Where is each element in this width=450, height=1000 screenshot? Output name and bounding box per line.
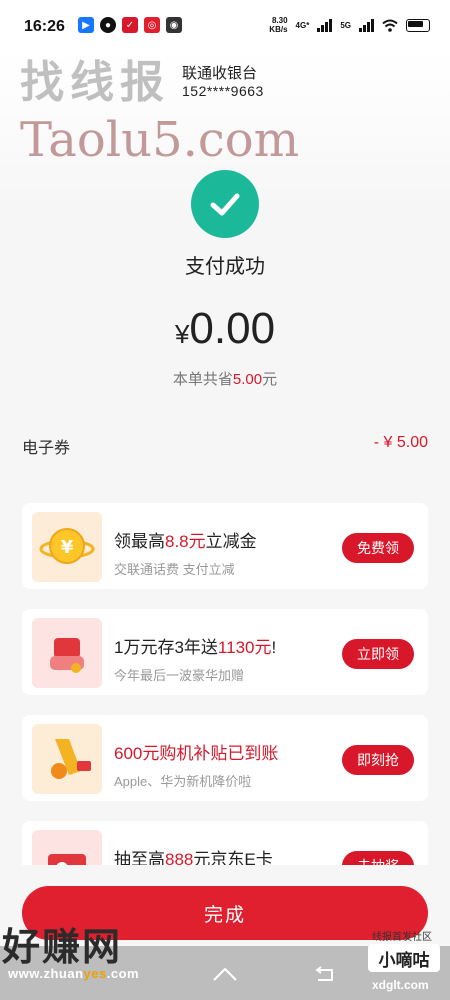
offer-title: 抽至高888元京东E卡 (114, 850, 273, 865)
merchant-phone: 152****9663 (182, 83, 264, 99)
coupon-row: 电子券 - ¥ 5.00 (22, 434, 428, 458)
payment-status: 支付成功 (185, 256, 265, 278)
app-notification-icon: ◎ (144, 17, 160, 33)
offer-subtitle: 今年最后一波豪华加赠 (114, 668, 245, 683)
grab-now-button[interactable]: 即刻抢 (342, 745, 414, 775)
saved-amount: 5.00 (232, 371, 263, 388)
network-type-5g: 5G (340, 20, 351, 30)
gift-bag-icon (32, 618, 102, 688)
battery-icon (406, 18, 430, 32)
offer-card[interactable]: ¥ 领最高8.8元立减金 交联通话费 支付立减 免费领 (22, 503, 428, 589)
watermark-bottom-url: www.zhuanyes.com (8, 966, 140, 981)
offer-title: 1万元存3年送1130元! (114, 638, 277, 657)
coupon-value: - ¥ 5.00 (373, 434, 428, 451)
watermark-top: 找线报 (20, 58, 170, 107)
merchant-name: 联通收银台 (182, 65, 258, 82)
claim-free-button[interactable]: 免费领 (342, 533, 414, 563)
svg-text:¥: ¥ (61, 537, 74, 558)
watermark-site: Taolu5.com (20, 112, 300, 168)
home-icon[interactable] (212, 966, 238, 982)
status-time: 16:26 (24, 18, 65, 35)
offer-list[interactable]: ¥ 领最高8.8元立减金 交联通话费 支付立减 免费领 1万元存3年送1130元… (22, 503, 428, 865)
success-badge (191, 170, 259, 238)
coupon-label: 电子券 (22, 440, 71, 457)
watermark-right-box: 小嘀咕 (368, 944, 440, 972)
network-type-4g: 4G* (295, 20, 310, 30)
status-indicators: 8.30 KB/s 4G* 5G (269, 16, 430, 34)
message-icon: ● (100, 17, 116, 33)
wifi-icon (382, 19, 398, 32)
app-notification-icon: ✓ (122, 17, 138, 33)
watermark-right-url: xdglt.com (372, 978, 429, 992)
claim-now-button[interactable]: 立即领 (342, 639, 414, 669)
signal-icon (359, 18, 374, 32)
offer-subtitle: 交联通话费 支付立减 (114, 562, 235, 577)
amount-value: 0.00 (189, 304, 276, 353)
notification-icons: ▶ ● ✓ ◎ ◉ (78, 17, 182, 33)
coin-icon: ¥ (32, 512, 102, 582)
paid-amount: ¥0.00 (0, 304, 450, 354)
offer-card[interactable]: 600元购机补贴已到账 Apple、华为新机降价啦 即刻抢 (22, 715, 428, 801)
status-bar: 16:26 ▶ ● ✓ ◎ ◉ 8.30 KB/s 4G* 5G (0, 0, 450, 52)
offer-card[interactable]: 1万元存3年送1130元! 今年最后一波豪华加赠 立即领 (22, 609, 428, 695)
offer-title: 600元购机补贴已到账 (114, 744, 279, 763)
gift-card-icon (32, 830, 102, 865)
lottery-button[interactable]: 去抽奖 (342, 851, 414, 865)
offer-subtitle: Apple、华为新机降价啦 (114, 774, 252, 789)
signal-icon (317, 18, 333, 32)
offer-card[interactable]: 抽至高888元京东E卡 去抽奖 (22, 821, 428, 865)
offer-title: 领最高8.8元立减金 (114, 532, 257, 551)
network-speed: 8.30 KB/s (269, 16, 288, 34)
app-notification-icon: ◉ (166, 17, 182, 33)
watermark-bottom: 好赚网 (2, 927, 123, 969)
app-notification-icon: ▶ (78, 17, 94, 33)
saved-summary: 本单共省5.00元 (172, 371, 278, 388)
back-icon[interactable] (312, 966, 336, 984)
watermark-right-tag: 线报首发社区 (372, 932, 432, 943)
subsidy-icon (32, 724, 102, 794)
currency-symbol: ¥ (174, 319, 190, 349)
check-icon (210, 193, 240, 216)
